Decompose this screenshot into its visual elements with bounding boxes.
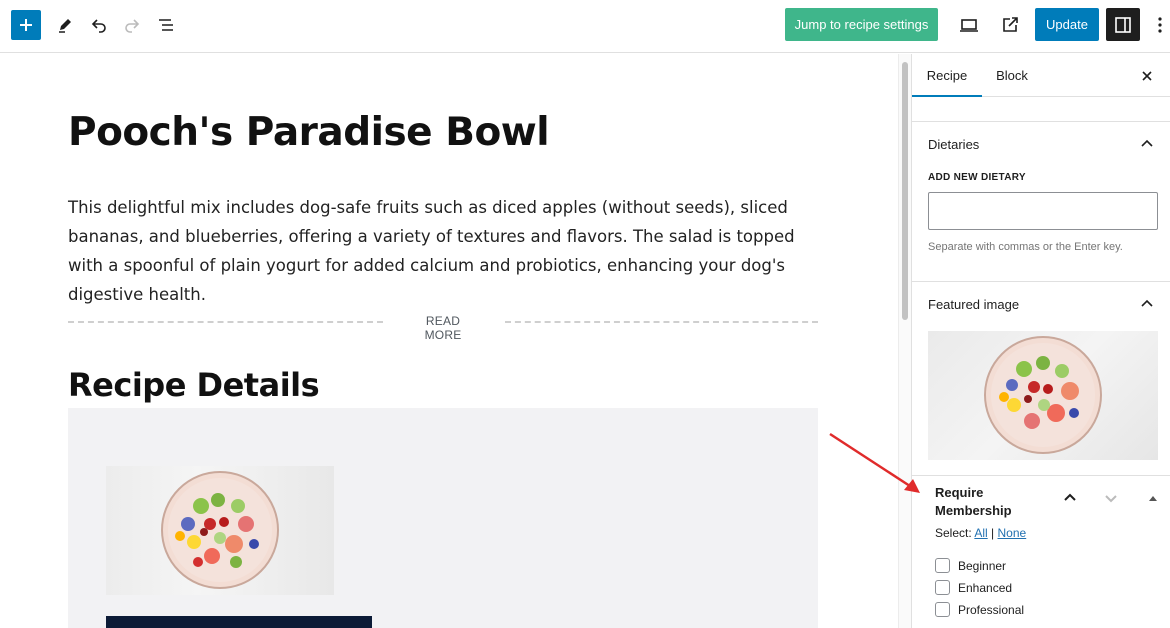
external-link-icon — [1003, 17, 1018, 32]
recipe-details-heading[interactable]: Recipe Details — [68, 366, 320, 404]
scrollbar-thumb[interactable] — [902, 62, 908, 320]
jump-to-recipe-settings-button[interactable]: Jump to recipe settings — [785, 8, 938, 41]
list-view-button[interactable] — [151, 10, 181, 40]
select-separator: | — [991, 526, 995, 540]
membership-option-enhanced[interactable]: Enhanced — [935, 580, 1012, 595]
read-more-label: READ MORE — [424, 314, 462, 342]
dietary-help-text: Separate with commas or the Enter key. — [928, 241, 1123, 253]
select-row: Select: All | None — [935, 526, 1026, 540]
post-title[interactable]: Pooch's Paradise Bowl — [68, 110, 550, 155]
preview-icon — [960, 19, 978, 32]
dietaries-panel-title[interactable]: Dietaries — [928, 137, 979, 152]
redo-button[interactable] — [117, 10, 147, 40]
checkbox[interactable] — [935, 602, 950, 617]
option-label: Enhanced — [958, 580, 1013, 595]
chevron-up-icon[interactable] — [1139, 136, 1155, 152]
add-block-button[interactable] — [11, 10, 41, 40]
close-icon — [1142, 71, 1152, 81]
editor-scrollbar[interactable] — [898, 54, 911, 628]
editor-toolbar: Jump to recipe settings Update — [0, 0, 1170, 53]
tab-block[interactable]: Block — [984, 54, 1040, 97]
featured-image-panel-title[interactable]: Featured image — [928, 297, 1019, 312]
checkbox[interactable] — [935, 580, 950, 595]
annotation-arrow — [829, 432, 920, 493]
fruit-bowl-image — [161, 471, 279, 589]
post-excerpt-paragraph[interactable]: This delightful mix includes dog-safe fr… — [68, 193, 828, 309]
select-none-link[interactable]: None — [998, 526, 1027, 540]
require-membership-panel: Require Membership Select: All | None Be… — [912, 476, 1170, 628]
close-sidebar-button[interactable] — [1136, 65, 1158, 87]
chevron-up-icon[interactable] — [1139, 296, 1155, 312]
recipe-card-block[interactable] — [68, 408, 818, 628]
tools-button[interactable] — [50, 10, 80, 40]
list-view-icon — [159, 19, 173, 31]
chevron-down-icon[interactable] — [1101, 488, 1121, 508]
panel-divider — [912, 281, 1170, 282]
sidebar-tabs: Recipe Block — [912, 54, 1170, 97]
caret-up-icon[interactable] — [1143, 488, 1163, 508]
redo-icon — [125, 19, 140, 33]
settings-sidebar: Recipe Block Dietaries ADD NEW DIETARY S… — [911, 54, 1170, 628]
update-button[interactable]: Update — [1035, 8, 1099, 41]
view-post-button[interactable] — [995, 10, 1025, 40]
option-label: Beginner — [958, 558, 1007, 573]
read-more-block[interactable]: READ MORE — [68, 312, 818, 342]
chevron-up-icon[interactable] — [1060, 488, 1080, 508]
membership-option-professional[interactable]: Professional — [935, 602, 1024, 617]
dietary-input[interactable] — [928, 192, 1158, 230]
fruit-bowl-image — [984, 336, 1102, 454]
more-icon — [1158, 17, 1162, 33]
checkbox[interactable] — [935, 558, 950, 573]
add-new-dietary-label: ADD NEW DIETARY — [928, 172, 1026, 183]
select-label: Select: — [935, 526, 972, 540]
select-all-link[interactable]: All — [974, 526, 987, 540]
editor-canvas: Pooch's Paradise Bowl This delightful mi… — [0, 54, 898, 628]
undo-button[interactable] — [84, 10, 114, 40]
undo-icon — [91, 19, 106, 33]
settings-sidebar-toggle[interactable] — [1106, 8, 1140, 41]
sidebar-icon — [1115, 16, 1131, 33]
pencil-icon — [59, 19, 71, 33]
membership-option-beginner[interactable]: Beginner — [935, 558, 1006, 573]
require-membership-title: Require Membership — [935, 485, 1012, 518]
panel-divider — [912, 121, 1170, 122]
options-button[interactable] — [1148, 10, 1170, 40]
preview-button[interactable] — [954, 10, 984, 40]
tab-recipe[interactable]: Recipe — [912, 54, 982, 97]
read-more-divider-left — [68, 321, 383, 323]
recipe-image — [106, 466, 334, 595]
option-label: Professional — [958, 602, 1025, 617]
recipe-card-header-bar — [106, 616, 372, 628]
featured-image-thumbnail[interactable] — [928, 331, 1158, 460]
plus-icon — [20, 19, 32, 31]
read-more-divider-right — [505, 321, 818, 323]
